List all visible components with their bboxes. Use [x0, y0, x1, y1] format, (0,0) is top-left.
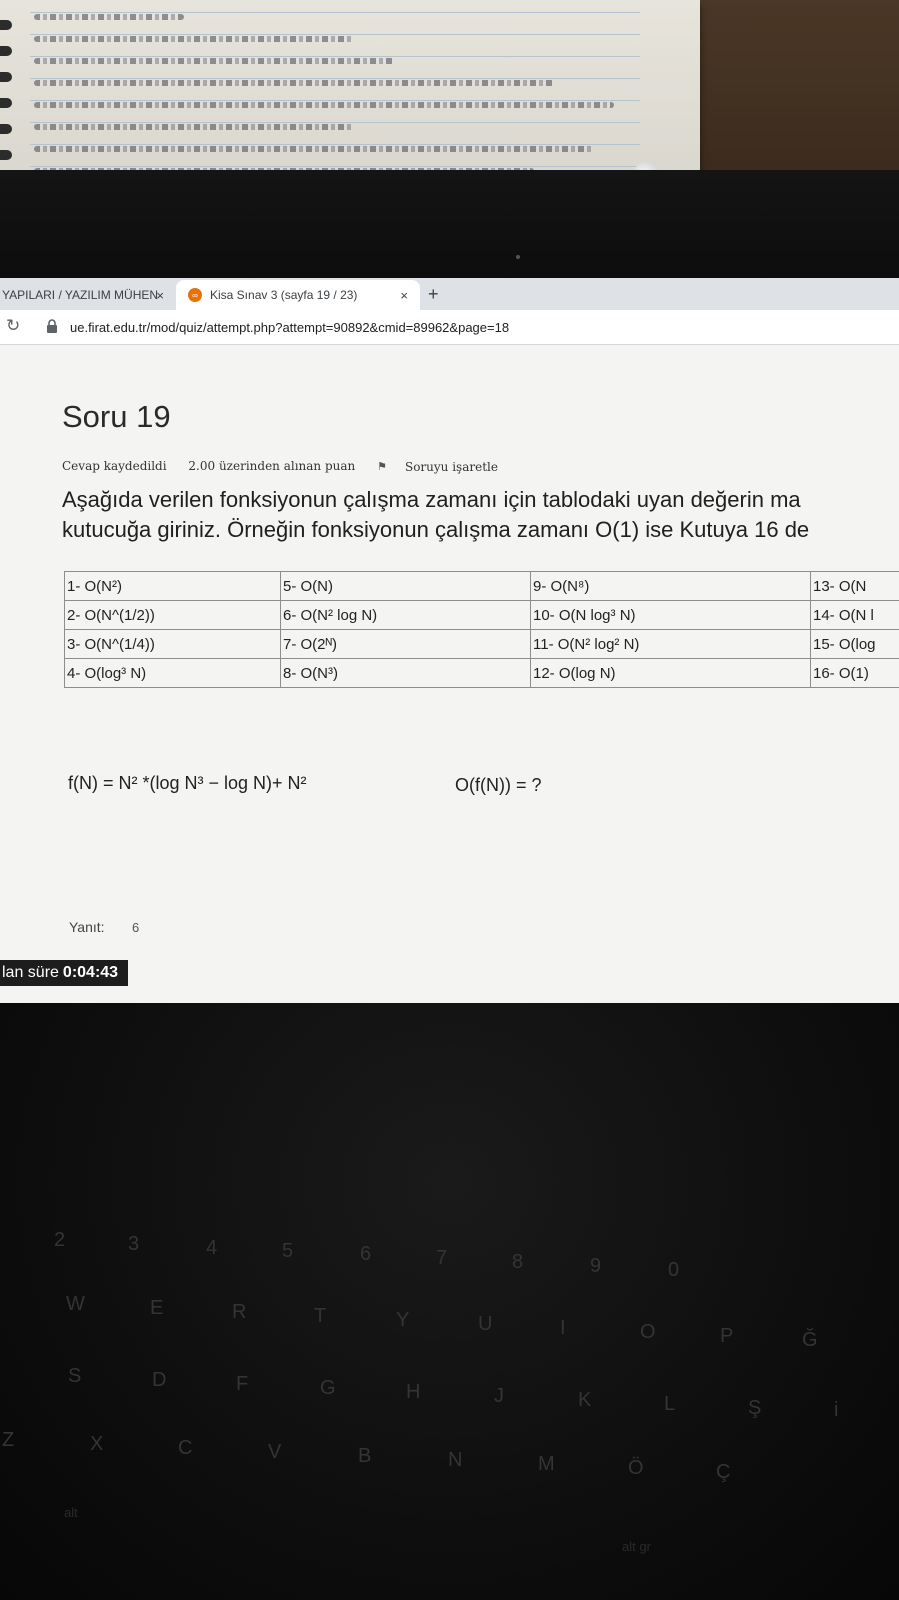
key[interactable]: Z: [2, 1429, 14, 1452]
key[interactable]: i: [834, 1399, 838, 1422]
table-cell: 6- O(N² log N): [280, 600, 531, 630]
webcam-icon: [516, 255, 520, 259]
browser-window: YAPILARI / YAZILIM MÜHEN × ∞ Kisa Sınav …: [0, 278, 899, 1003]
key[interactable]: L: [664, 1393, 675, 1416]
flag-question-link[interactable]: ⚑ Soruyu işaretle: [377, 460, 516, 474]
key[interactable]: D: [152, 1369, 166, 1392]
table-row: 2- O(N^(1/2)) 6- O(N² log N) 10- O(N log…: [64, 600, 899, 630]
key[interactable]: R: [232, 1301, 246, 1324]
question-text: Aşağıda verilen fonksiyonun çalışma zama…: [62, 485, 899, 545]
url-field[interactable]: ue.firat.edu.tr/mod/quiz/attempt.php?att…: [70, 320, 509, 335]
handwritten-notes-paper: [0, 0, 700, 190]
answer-label: Yanıt:: [69, 919, 105, 935]
table-cell: 11- O(N² log² N): [530, 629, 811, 659]
key[interactable]: 7: [436, 1247, 447, 1270]
flag-icon: ⚑: [377, 460, 387, 473]
key[interactable]: V: [268, 1441, 281, 1464]
table-cell: 4- O(log³ N): [64, 658, 281, 688]
tab-close-icon[interactable]: ×: [400, 288, 408, 303]
alt-gr-key[interactable]: alt gr: [622, 1539, 651, 1554]
lock-icon: [47, 319, 57, 333]
table-row: 1- O(N²) 5- O(N) 9- O(N⁸) 13- O(N: [64, 571, 899, 601]
laptop-keyboard: 2 3 4 5 6 7 8 9 0 W E R T Y U I O P Ğ S …: [0, 1003, 899, 1600]
table-cell: 7- O(2ᴺ): [280, 629, 531, 659]
key[interactable]: F: [236, 1373, 248, 1396]
tab-title: YAPILARI / YAZILIM MÜHEN: [2, 288, 159, 302]
alt-key[interactable]: alt: [64, 1505, 78, 1520]
key[interactable]: 3: [128, 1233, 139, 1256]
reload-icon[interactable]: ↻: [6, 316, 20, 336]
key[interactable]: 8: [512, 1251, 523, 1274]
new-tab-button[interactable]: +: [428, 284, 439, 305]
key[interactable]: C: [178, 1437, 192, 1460]
answer-status: Cevap kaydedildi: [62, 459, 167, 473]
big-o-question: O(f(N)) = ?: [455, 775, 542, 795]
tab-title: Kisa Sınav 3 (sayfa 19 / 23): [210, 288, 358, 302]
key[interactable]: 4: [206, 1237, 217, 1260]
table-row: 3- O(N^(1/4)) 7- O(2ᴺ) 11- O(N² log² N) …: [64, 629, 899, 659]
table-cell: 13- O(N: [810, 571, 899, 601]
key[interactable]: K: [578, 1389, 591, 1412]
key[interactable]: H: [406, 1381, 420, 1404]
table-row: 4- O(log³ N) 8- O(N³) 12- O(log N) 16- O…: [64, 658, 899, 688]
key[interactable]: X: [90, 1433, 103, 1456]
key[interactable]: P: [720, 1325, 733, 1348]
answer-input[interactable]: [128, 917, 196, 937]
table-cell: 3- O(N^(1/4)): [64, 629, 281, 659]
key[interactable]: J: [494, 1385, 504, 1408]
key[interactable]: 6: [360, 1243, 371, 1266]
time-remaining-bar: lan süre 0:04:43: [0, 960, 129, 986]
key[interactable]: I: [560, 1317, 566, 1340]
key[interactable]: E: [150, 1297, 163, 1320]
tab-course[interactable]: YAPILARI / YAZILIM MÜHEN ×: [0, 280, 172, 310]
monitor-bezel: [0, 170, 899, 278]
table-cell: 16- O(1): [810, 658, 899, 688]
key[interactable]: 9: [590, 1255, 601, 1278]
key[interactable]: S: [68, 1365, 81, 1388]
quiz-page: Soru 19 Cevap kaydedildi 2.00 üzerinden …: [0, 345, 899, 1003]
address-bar-row: ↻ ue.firat.edu.tr/mod/quiz/attempt.php?a…: [0, 310, 899, 345]
complexity-options-table: 1- O(N²) 5- O(N) 9- O(N⁸) 13- O(N 2- O(N…: [64, 571, 899, 688]
key[interactable]: Ş: [748, 1397, 761, 1420]
key[interactable]: O: [640, 1321, 656, 1344]
moodle-favicon-icon: ∞: [188, 288, 202, 302]
key[interactable]: Y: [396, 1309, 409, 1332]
key[interactable]: W: [66, 1293, 85, 1316]
function-formula: f(N) = N² *(log N³ − log N)+ N²: [68, 773, 307, 793]
table-cell: 10- O(N log³ N): [530, 600, 811, 630]
key[interactable]: 0: [668, 1259, 679, 1282]
tab-quiz[interactable]: ∞ Kisa Sınav 3 (sayfa 19 / 23) ×: [176, 280, 420, 310]
key[interactable]: Ğ: [802, 1329, 818, 1352]
flag-label: Soruyu işaretle: [404, 459, 498, 474]
table-cell: 5- O(N): [280, 571, 531, 601]
key[interactable]: Ç: [716, 1461, 730, 1484]
timer-label: lan süre: [2, 964, 59, 981]
key[interactable]: G: [320, 1377, 336, 1400]
points-label: 2.00 üzerinden alınan puan: [188, 459, 356, 473]
table-cell: 2- O(N^(1/2)): [64, 600, 281, 630]
timer-value: 0:04:43: [62, 964, 119, 981]
table-cell: 8- O(N³): [280, 658, 531, 688]
table-cell: 14- O(N l: [810, 600, 899, 630]
tab-strip: YAPILARI / YAZILIM MÜHEN × ∞ Kisa Sınav …: [0, 278, 899, 310]
table-cell: 9- O(N⁸): [530, 571, 811, 601]
key[interactable]: B: [358, 1445, 371, 1468]
table-cell: 12- O(log N): [530, 658, 811, 688]
question-title: Soru 19: [62, 399, 171, 434]
tab-close-icon[interactable]: ×: [156, 288, 164, 303]
question-info: Cevap kaydedildi 2.00 üzerinden alınan p…: [62, 459, 534, 474]
key[interactable]: U: [478, 1313, 492, 1336]
key[interactable]: N: [448, 1449, 462, 1472]
table-cell: 15- O(log: [810, 629, 899, 659]
key[interactable]: 2: [54, 1229, 65, 1252]
key[interactable]: 5: [282, 1240, 293, 1263]
key[interactable]: Ö: [628, 1457, 644, 1480]
table-cell: 1- O(N²): [64, 571, 281, 601]
key[interactable]: M: [538, 1453, 555, 1476]
question-text-line: Aşağıda verilen fonksiyonun çalışma zama…: [62, 487, 801, 512]
key[interactable]: T: [314, 1305, 326, 1328]
question-text-line: kutucuğa giriniz. Örneğin fonksiyonun ça…: [62, 517, 810, 542]
